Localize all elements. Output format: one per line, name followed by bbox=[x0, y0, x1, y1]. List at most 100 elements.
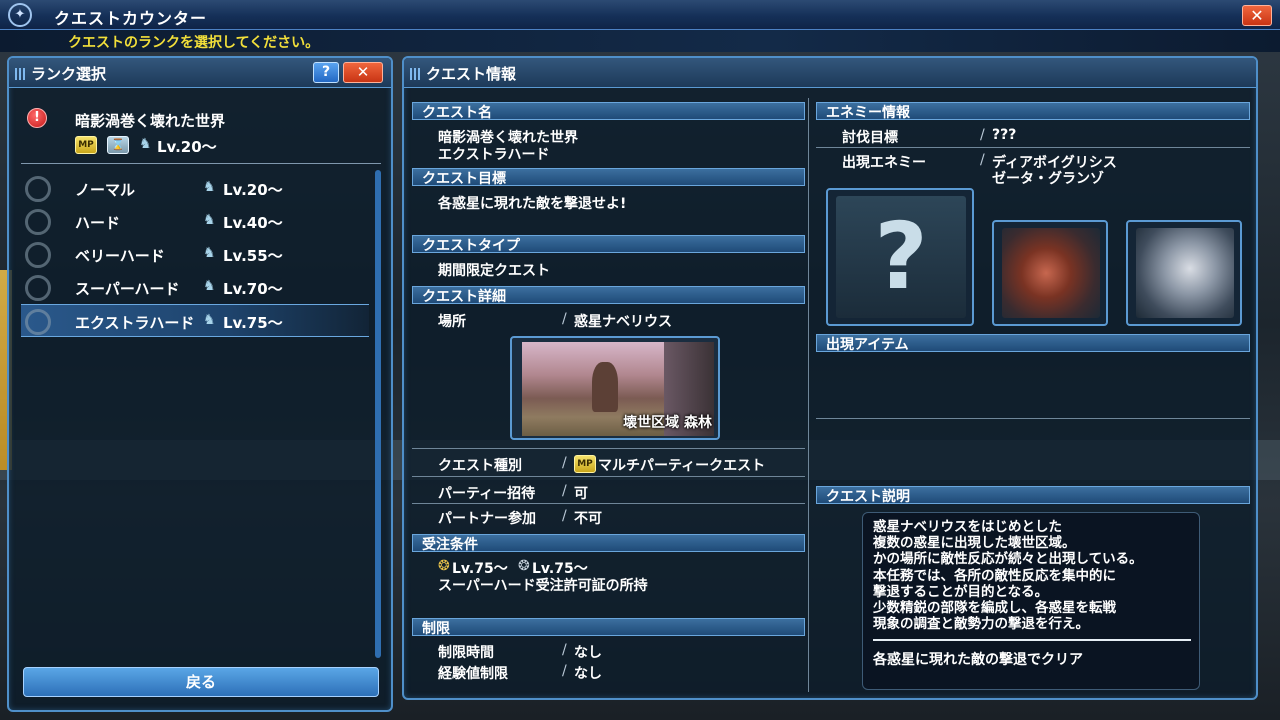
enemy-card-zeta-granzo[interactable] bbox=[1126, 220, 1242, 326]
separator-slash: / bbox=[980, 127, 985, 143]
window-titlebar: ✦ クエストカウンター ✕ bbox=[0, 0, 1280, 30]
quest-name-line2: エクストラハード bbox=[438, 147, 550, 163]
target-value: ??? bbox=[992, 127, 1017, 143]
exp-limit-value: なし bbox=[574, 666, 602, 682]
enemy-card-unknown[interactable]: ? bbox=[826, 188, 974, 326]
separator-slash: / bbox=[562, 483, 567, 499]
section-items: 出現アイテム bbox=[816, 334, 1250, 353]
separator-slash: / bbox=[562, 455, 567, 471]
rank-level: Lv.70〜 bbox=[223, 280, 283, 298]
instruction-bar: クエストのランクを選択してください。 bbox=[0, 30, 1280, 52]
rank-panel-header: ランク選択 ? ✕ bbox=[9, 58, 391, 88]
panel-close-button[interactable]: ✕ bbox=[343, 62, 383, 83]
section-title: 出現アイテム bbox=[826, 337, 909, 353]
level-icon: ♞ bbox=[203, 278, 216, 294]
rank-label: ノーマル bbox=[75, 181, 136, 199]
dragon-enemy-icon bbox=[1002, 228, 1100, 318]
quest-summary: ! 暗影渦巻く壊れた世界 MP ⌛ ♞ Lv.20〜 bbox=[21, 102, 381, 164]
permit-requirement: スーパーハード受注許可証の所持 bbox=[438, 578, 648, 594]
description-text: 惑星ナベリウスをはじめとした 複数の惑星に出現した壊世区域。 かの場所に敵性反応… bbox=[873, 519, 1143, 633]
rank-item-normal[interactable]: ノーマル ♞ Lv.20〜 bbox=[21, 172, 369, 205]
level-icon: ♞ bbox=[203, 245, 216, 261]
main-class-level-icon: ❂ bbox=[438, 558, 450, 574]
clear-condition: 各惑星に現れた敵の撃退でクリア bbox=[873, 652, 1083, 668]
level-icon: ♞ bbox=[203, 179, 216, 195]
rank-ring-icon bbox=[25, 176, 51, 202]
summary-quest-name: 暗影渦巻く壊れた世界 bbox=[75, 112, 226, 130]
app-logo-icon: ✦ bbox=[8, 3, 32, 27]
section-quest-type: クエストタイプ bbox=[412, 235, 805, 254]
help-button[interactable]: ? bbox=[313, 62, 339, 83]
instruction-text: クエストのランクを選択してください。 bbox=[68, 35, 320, 51]
location-value: 惑星ナベリウス bbox=[574, 314, 672, 330]
rank-label: エクストラハード bbox=[75, 314, 195, 332]
section-conditions: 受注条件 bbox=[412, 534, 805, 553]
section-objective: クエスト目標 bbox=[412, 168, 805, 187]
rank-item-extra-hard[interactable]: エクストラハード ♞ Lv.75〜 bbox=[21, 304, 369, 337]
section-quest-name: クエスト名 bbox=[412, 102, 805, 121]
quest-type-text: 期間限定クエスト bbox=[438, 263, 550, 279]
mech-enemy-icon bbox=[1136, 228, 1234, 318]
rank-ring-icon bbox=[25, 275, 51, 301]
appear-enemies-label: 出現エネミー bbox=[842, 155, 926, 171]
rank-label: ベリーハード bbox=[75, 247, 165, 265]
description-box: 惑星ナベリウスをはじめとした 複数の惑星に出現した壊世区域。 かの場所に敵性反応… bbox=[862, 512, 1200, 690]
rank-level: Lv.20〜 bbox=[223, 181, 283, 199]
separator-slash: / bbox=[562, 663, 567, 679]
section-title: クエストタイプ bbox=[422, 238, 520, 254]
column-divider bbox=[808, 98, 809, 692]
rank-ring-icon bbox=[25, 209, 51, 235]
rank-level: Lv.55〜 bbox=[223, 247, 283, 265]
rank-list-scrollbar[interactable] bbox=[375, 170, 381, 658]
target-label: 討伐目標 bbox=[842, 130, 898, 146]
quest-info-panel: クエスト情報 クエスト名 暗影渦巻く壊れた世界 エクストラハード クエスト目標 … bbox=[402, 56, 1258, 700]
exp-limit-label: 経験値制限 bbox=[438, 666, 508, 682]
section-title: クエスト説明 bbox=[826, 489, 910, 505]
section-restrictions: 制限 bbox=[412, 618, 805, 637]
row-divider bbox=[412, 476, 805, 477]
section-title: 受注条件 bbox=[422, 537, 478, 553]
section-title: クエスト目標 bbox=[422, 171, 506, 187]
row-divider bbox=[412, 503, 805, 504]
rank-label: スーパーハード bbox=[75, 280, 180, 298]
rank-panel-title: ランク選択 bbox=[31, 65, 107, 83]
alert-icon: ! bbox=[27, 108, 47, 128]
section-title: 制限 bbox=[422, 621, 450, 637]
rank-level: Lv.40〜 bbox=[223, 214, 283, 232]
summary-level: Lv.20〜 bbox=[157, 138, 217, 156]
question-mark-icon: ? bbox=[836, 196, 966, 318]
rank-item-super-hard[interactable]: スーパーハード ♞ Lv.70〜 bbox=[21, 271, 369, 304]
level-icon: ♞ bbox=[139, 136, 152, 152]
section-title: エネミー情報 bbox=[826, 105, 910, 121]
rank-item-very-hard[interactable]: ベリーハード ♞ Lv.55〜 bbox=[21, 238, 369, 271]
info-panel-title: クエスト情報 bbox=[426, 65, 517, 83]
location-label: 場所 bbox=[438, 314, 466, 330]
rank-label: ハード bbox=[75, 214, 121, 232]
multi-party-icon: MP bbox=[75, 136, 97, 154]
rank-item-hard[interactable]: ハード ♞ Lv.40〜 bbox=[21, 205, 369, 238]
signal-bars-icon bbox=[410, 68, 420, 80]
rank-level: Lv.75〜 bbox=[223, 314, 283, 332]
separator-slash: / bbox=[562, 642, 567, 658]
party-invite-label: パーティー招待 bbox=[438, 486, 536, 502]
rank-ring-icon bbox=[25, 242, 51, 268]
rank-select-panel: ランク選択 ? ✕ ! 暗影渦巻く壊れた世界 MP ⌛ ♞ Lv.20〜 ノーマ… bbox=[7, 56, 393, 712]
section-title: クエスト名 bbox=[422, 105, 492, 121]
sub-class-level-icon: ❂ bbox=[518, 558, 530, 574]
row-divider bbox=[412, 448, 805, 449]
objective-text: 各惑星に現れた敵を撃退せよ! bbox=[438, 196, 627, 212]
location-image-card: 壊世区域 森林 bbox=[510, 336, 720, 440]
window-close-button[interactable]: ✕ bbox=[1242, 5, 1272, 26]
partner-value: 不可 bbox=[574, 511, 602, 527]
level-icon: ♞ bbox=[203, 312, 216, 328]
back-button[interactable]: 戻る bbox=[23, 667, 379, 697]
section-title: クエスト詳細 bbox=[422, 289, 506, 305]
partner-label: パートナー参加 bbox=[438, 511, 536, 527]
time-limit-value: なし bbox=[574, 645, 602, 661]
hourglass-icon: ⌛ bbox=[107, 136, 129, 154]
tree-shape bbox=[592, 362, 618, 412]
enemy-card-dark-falz[interactable] bbox=[992, 220, 1108, 326]
time-limit-label: 制限時間 bbox=[438, 645, 494, 661]
window-title: クエストカウンター bbox=[54, 9, 208, 28]
signal-bars-icon bbox=[15, 68, 25, 80]
